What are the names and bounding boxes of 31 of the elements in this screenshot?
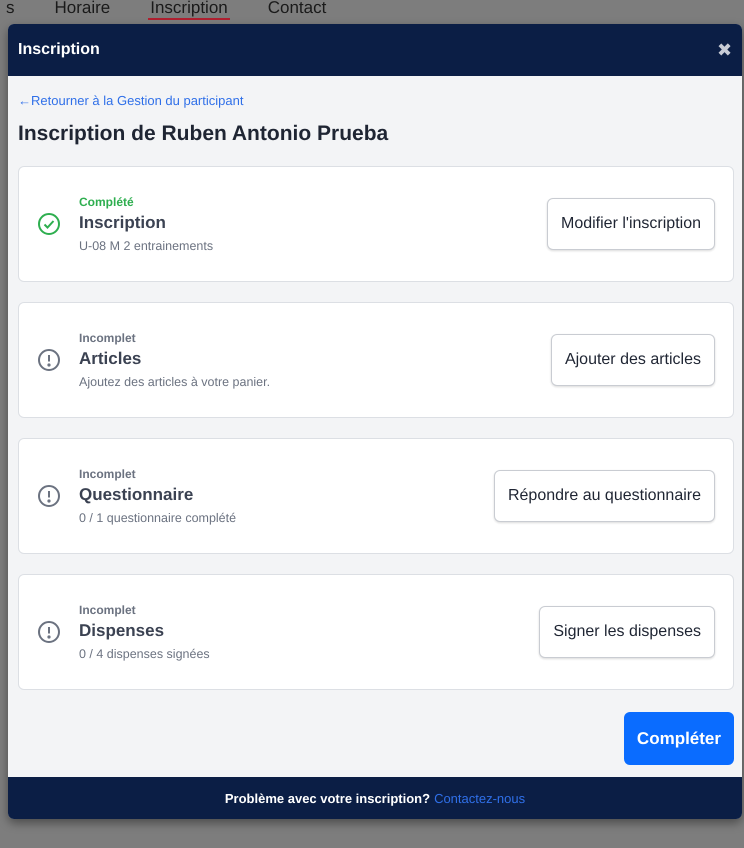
exclamation-circle-icon [37, 348, 61, 372]
dialog-title: Inscription [18, 41, 100, 59]
step-detail: 0 / 1 questionnaire complété [79, 511, 238, 525]
close-button[interactable]: ✖ [717, 39, 732, 61]
step-title: Inscription [79, 213, 167, 233]
exclamation-circle-icon [37, 484, 61, 508]
exclamation-circle-icon [37, 620, 61, 644]
step-status: Incomplet [79, 331, 137, 345]
nav-tab[interactable]: Inscription [148, 0, 230, 20]
check-circle-icon [37, 212, 61, 236]
step-action-button[interactable]: Modifier l'inscription [547, 198, 715, 250]
nav-tab[interactable]: s [4, 0, 16, 20]
footer-text: Problème avec votre inscription? [224, 790, 430, 806]
step-detail: U-08 M 2 entrainements [79, 239, 214, 253]
step-detail: 0 / 4 dispenses signées [79, 647, 211, 661]
step-title: Dispenses [79, 621, 166, 641]
contact-link[interactable]: Contactez-nous [434, 790, 526, 806]
complete-button[interactable]: Compléter [624, 712, 734, 765]
nav-tab[interactable]: Horaire [52, 0, 112, 20]
step-detail: Ajoutez des articles à votre panier. [79, 375, 272, 389]
step-action-button[interactable]: Signer les dispenses [539, 606, 715, 658]
step-action-button[interactable]: Répondre au questionnaire [494, 470, 715, 522]
step-title: Questionnaire [79, 485, 194, 505]
step-title: Articles [79, 349, 142, 369]
step-status: Incomplet [79, 467, 137, 481]
step-action-button[interactable]: Ajouter des articles [550, 334, 715, 386]
back-link[interactable]: ←Retourner à la Gestion du participant [18, 93, 244, 108]
nav-tab[interactable]: Contact [266, 0, 328, 20]
page-heading: Inscription de Ruben Antonio Prueba [18, 122, 390, 146]
step-status: Complété [79, 195, 135, 209]
step-status: Incomplet [79, 603, 137, 617]
